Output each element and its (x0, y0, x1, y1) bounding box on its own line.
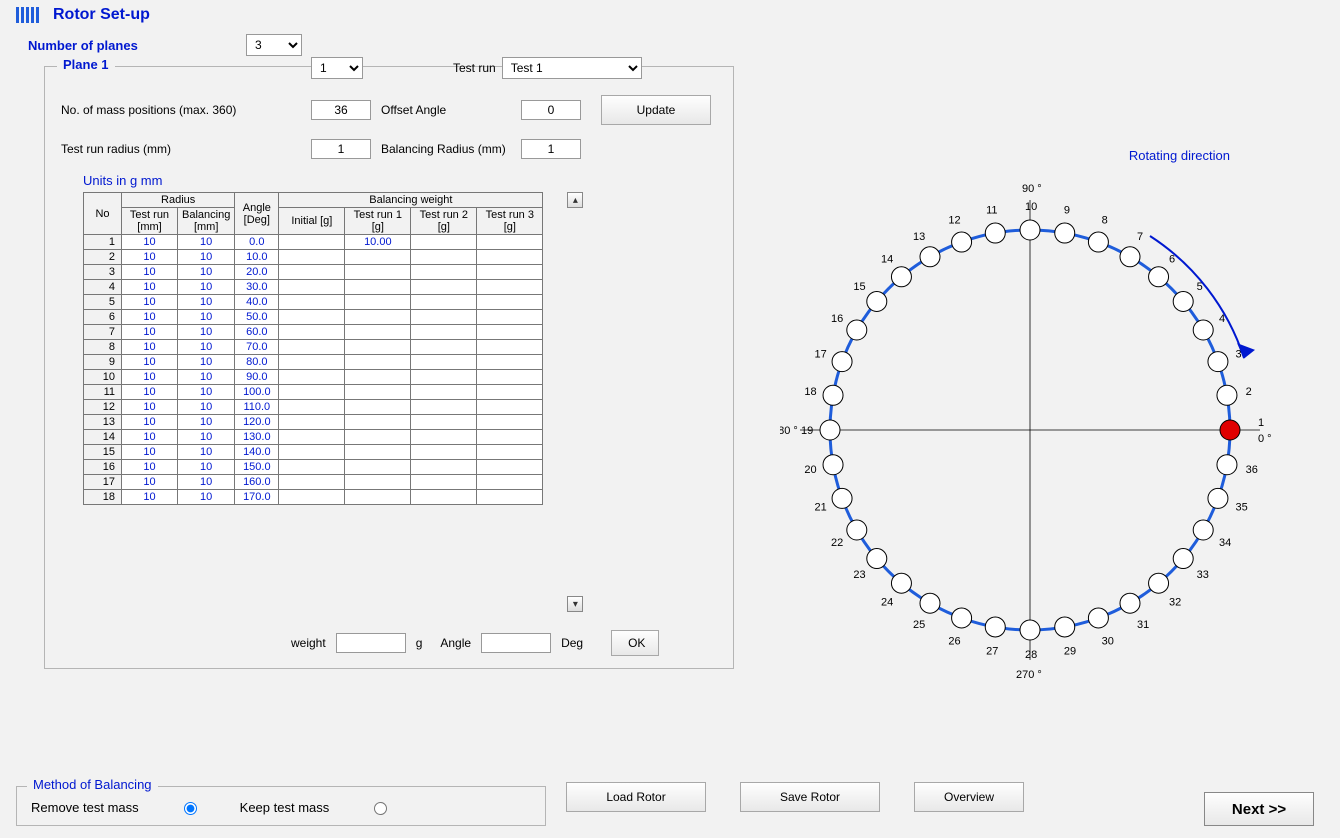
plane-select[interactable]: 1 (311, 57, 363, 79)
num-planes-label: Number of planes (28, 38, 238, 53)
table-row[interactable]: 181010170.0 (84, 490, 543, 505)
table-row[interactable]: 5101040.0 (84, 295, 543, 310)
svg-text:23: 23 (853, 569, 865, 581)
method-fieldset: Method of Balancing Remove test mass Kee… (16, 786, 546, 826)
table-row[interactable]: 110100.010.00 (84, 235, 543, 250)
svg-text:2: 2 (1246, 386, 1252, 398)
plane-legend: Plane 1 (57, 57, 115, 72)
rotor-icon (16, 7, 39, 23)
save-rotor-button[interactable]: Save Rotor (740, 782, 880, 812)
svg-text:180 °: 180 ° (780, 425, 798, 437)
svg-text:32: 32 (1169, 597, 1181, 609)
testrun-select[interactable]: Test 1 (502, 57, 642, 79)
remove-mass-radio[interactable] (184, 802, 197, 815)
svg-text:33: 33 (1197, 569, 1209, 581)
testrun-label: Test run (453, 61, 496, 75)
svg-text:13: 13 (913, 231, 925, 243)
svg-text:29: 29 (1064, 646, 1076, 658)
svg-text:35: 35 (1235, 502, 1247, 514)
svg-text:16: 16 (831, 313, 843, 325)
svg-text:9: 9 (1064, 204, 1070, 216)
svg-text:1: 1 (1258, 417, 1264, 429)
svg-text:7: 7 (1137, 231, 1143, 243)
overview-button[interactable]: Overview (914, 782, 1024, 812)
page-title: Rotor Set-up (53, 6, 150, 24)
mass-positions-label: No. of mass positions (max. 360) (61, 103, 311, 117)
svg-text:270 °: 270 ° (1016, 669, 1042, 681)
table-row[interactable]: 2101010.0 (84, 250, 543, 265)
testrun-radius-input[interactable] (311, 139, 371, 159)
svg-text:15: 15 (853, 281, 865, 293)
table-row[interactable]: 10101090.0 (84, 370, 543, 385)
balancing-radius-label: Balancing Radius (mm) (381, 142, 521, 156)
table-row[interactable]: 151010140.0 (84, 445, 543, 460)
svg-text:19: 19 (801, 425, 813, 437)
units-label: Units in g mm (83, 173, 717, 188)
svg-text:0 °: 0 ° (1258, 433, 1272, 445)
svg-text:17: 17 (815, 348, 827, 360)
svg-text:24: 24 (881, 597, 893, 609)
svg-text:21: 21 (815, 502, 827, 514)
svg-text:8: 8 (1102, 215, 1108, 227)
svg-text:34: 34 (1219, 537, 1231, 549)
table-row[interactable]: 111010100.0 (84, 385, 543, 400)
svg-text:14: 14 (881, 253, 893, 265)
table-row[interactable]: 3101020.0 (84, 265, 543, 280)
keep-mass-label: Keep test mass (240, 800, 330, 815)
svg-text:90 °: 90 ° (1022, 183, 1042, 195)
update-button[interactable]: Update (601, 95, 711, 125)
svg-text:18: 18 (804, 386, 816, 398)
table-row[interactable]: 6101050.0 (84, 310, 543, 325)
rotating-direction-label: Rotating direction (1129, 148, 1230, 163)
remove-mass-label: Remove test mass (31, 800, 139, 815)
plane-fieldset: Plane 1 1 Test run Test 1 No. of mass po… (44, 66, 734, 669)
rotor-setup-panel: { "title": "Rotor Set-up", "num_planes":… (0, 0, 1340, 838)
rotor-diagram: Rotating direction 90 ° 180 ° 270 ° 1 0 ° 2 34… (780, 140, 1300, 700)
weight-label: weight (291, 636, 326, 650)
num-planes-select[interactable]: 3 (246, 34, 302, 56)
angle-label: Angle (440, 636, 471, 650)
balancing-radius-input[interactable] (521, 139, 581, 159)
angle-input[interactable] (481, 633, 551, 653)
svg-text:10: 10 (1025, 201, 1037, 213)
testrun-radius-label: Test run radius (mm) (61, 142, 311, 156)
weight-unit: g (416, 636, 423, 650)
table-row[interactable]: 171010160.0 (84, 475, 543, 490)
method-legend: Method of Balancing (27, 777, 158, 792)
mass-table[interactable]: No Radius Angle[Deg] Balancing weight Te… (83, 192, 543, 505)
table-row[interactable]: 121010110.0 (84, 400, 543, 415)
angle-unit: Deg (561, 636, 583, 650)
svg-text:27: 27 (986, 646, 998, 658)
offset-angle-label: Offset Angle (381, 103, 521, 117)
svg-text:28: 28 (1025, 649, 1037, 661)
svg-text:20: 20 (804, 464, 816, 476)
table-row[interactable]: 4101030.0 (84, 280, 543, 295)
svg-text:22: 22 (831, 537, 843, 549)
svg-text:11: 11 (986, 204, 997, 216)
table-row[interactable]: 131010120.0 (84, 415, 543, 430)
svg-text:30: 30 (1102, 635, 1114, 647)
svg-text:12: 12 (948, 215, 960, 227)
next-button[interactable]: Next >> (1204, 792, 1314, 826)
table-row[interactable]: 141010130.0 (84, 430, 543, 445)
table-row[interactable]: 9101080.0 (84, 355, 543, 370)
keep-mass-radio[interactable] (374, 802, 387, 815)
table-row[interactable]: 161010150.0 (84, 460, 543, 475)
ok-button[interactable]: OK (611, 630, 659, 656)
scroll-up-icon[interactable]: ▴ (567, 192, 583, 208)
table-row[interactable]: 7101060.0 (84, 325, 543, 340)
svg-text:26: 26 (948, 635, 960, 647)
table-scrollbar[interactable]: ▴ ▾ (567, 192, 585, 612)
svg-text:25: 25 (913, 619, 925, 631)
table-row[interactable]: 8101070.0 (84, 340, 543, 355)
svg-text:31: 31 (1137, 619, 1149, 631)
mass-positions-input[interactable] (311, 100, 371, 120)
weight-input[interactable] (336, 633, 406, 653)
svg-text:36: 36 (1246, 464, 1258, 476)
scroll-down-icon[interactable]: ▾ (567, 596, 583, 612)
load-rotor-button[interactable]: Load Rotor (566, 782, 706, 812)
offset-angle-input[interactable] (521, 100, 581, 120)
